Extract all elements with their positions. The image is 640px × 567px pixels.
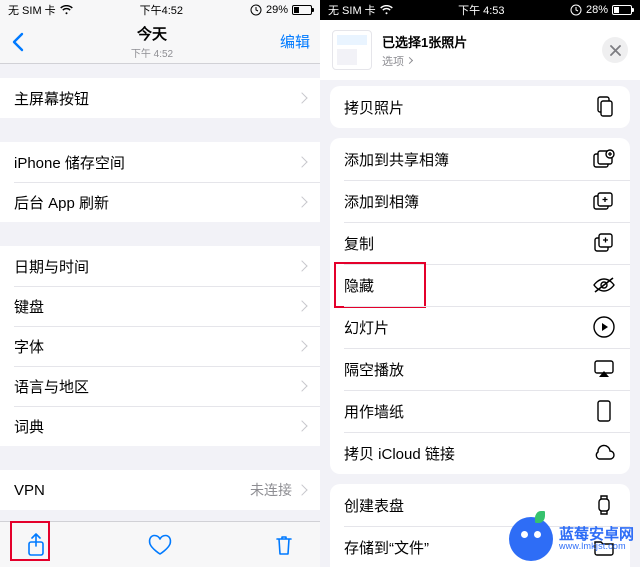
settings-row[interactable]: 后台 App 刷新	[0, 182, 320, 222]
chevron-right-icon	[296, 484, 307, 495]
wifi-icon	[380, 5, 393, 15]
status-bar-left: 无 SIM 卡 下午4:52 29%	[0, 0, 320, 20]
row-label: 词典	[14, 416, 44, 437]
sheet-title: 已选择1张照片	[382, 32, 592, 51]
battery-pct: 29%	[266, 4, 288, 16]
rotation-lock-icon	[250, 4, 262, 16]
watch-icon	[592, 493, 616, 517]
eye-slash-icon	[592, 273, 616, 297]
chevron-right-icon	[296, 92, 307, 103]
carrier-text: 无 SIM 卡	[328, 2, 376, 18]
row-label: 日期与时间	[14, 256, 89, 277]
back-button[interactable]	[10, 32, 34, 52]
cloud-icon	[592, 441, 616, 465]
phone-icon	[592, 399, 616, 423]
row-label: 主屏幕按钮	[14, 88, 89, 109]
action-copy-doc[interactable]: 拷贝照片	[330, 86, 630, 128]
action-phone[interactable]: 用作墙纸	[330, 390, 630, 432]
action-duplicate[interactable]: 复制	[330, 222, 630, 264]
chevron-right-icon	[296, 156, 307, 167]
copy-doc-icon	[592, 95, 616, 119]
settings-row[interactable]: iPhone 储存空间	[0, 142, 320, 182]
trash-button[interactable]	[270, 531, 298, 559]
action-album[interactable]: 添加到相簿	[330, 180, 630, 222]
status-time: 下午 4:53	[458, 2, 504, 18]
row-label: 键盘	[14, 296, 44, 317]
chevron-right-icon	[296, 380, 307, 391]
chevron-right-icon	[296, 260, 307, 271]
settings-row[interactable]: 字体	[0, 326, 320, 366]
album-icon	[592, 189, 616, 213]
action-label: 隐藏	[344, 275, 374, 296]
edit-button[interactable]: 编辑	[270, 31, 310, 52]
chevron-right-icon	[406, 57, 413, 64]
selected-thumbnail[interactable]	[332, 30, 372, 70]
chevron-right-icon	[296, 420, 307, 431]
action-label: 存储到“文件”	[344, 537, 429, 558]
action-play[interactable]: 幻灯片	[330, 306, 630, 348]
action-cloud[interactable]: 拷贝 iCloud 链接	[330, 432, 630, 474]
action-label: 拷贝照片	[344, 97, 404, 118]
rotation-lock-icon	[570, 4, 582, 16]
chevron-right-icon	[296, 300, 307, 311]
airplay-icon	[592, 357, 616, 381]
play-icon	[592, 315, 616, 339]
action-label: 复制	[344, 233, 374, 254]
close-button[interactable]	[602, 37, 628, 63]
carrier-text: 无 SIM 卡	[8, 2, 56, 18]
favorite-button[interactable]	[146, 531, 174, 559]
action-label: 添加到相簿	[344, 191, 419, 212]
row-label: iPhone 储存空间	[14, 152, 125, 173]
action-label: 添加到共享相簿	[344, 149, 449, 170]
action-airplay[interactable]: 隔空播放	[330, 348, 630, 390]
row-value: 未连接	[250, 480, 292, 500]
status-bar-right: 无 SIM 卡 下午 4:53 28%	[320, 0, 640, 20]
action-label: 拷贝 iCloud 链接	[344, 443, 455, 464]
battery-pct: 28%	[586, 4, 608, 16]
row-label: 语言与地区	[14, 376, 89, 397]
share-button[interactable]	[22, 531, 50, 559]
action-label: 幻灯片	[344, 317, 389, 338]
battery-icon	[292, 5, 312, 15]
settings-row[interactable]: 语言与地区	[0, 366, 320, 406]
row-label: VPN	[14, 482, 45, 499]
options-button[interactable]: 选项	[382, 53, 592, 69]
action-label: 用作墙纸	[344, 401, 404, 422]
action-eye-slash[interactable]: 隐藏	[330, 264, 630, 306]
wifi-icon	[60, 5, 73, 15]
chevron-right-icon	[296, 340, 307, 351]
chevron-right-icon	[296, 196, 307, 207]
settings-row[interactable]: 日期与时间	[0, 246, 320, 286]
nav-title: 今天 下午 4:52	[34, 23, 270, 60]
watermark-logo: 蓝莓安卓网 www.lmkjst.com	[509, 517, 634, 561]
action-label: 创建表盘	[344, 495, 404, 516]
row-label: 后台 App 刷新	[14, 192, 109, 213]
settings-row[interactable]: VPN 未连接	[0, 470, 320, 510]
action-label: 隔空播放	[344, 359, 404, 380]
action-shared-album[interactable]: 添加到共享相簿	[330, 138, 630, 180]
row-label: 字体	[14, 336, 44, 357]
nav-bar: 今天 下午 4:52 编辑	[0, 20, 320, 64]
settings-row[interactable]: 主屏幕按钮	[0, 78, 320, 118]
settings-row[interactable]: 键盘	[0, 286, 320, 326]
settings-row[interactable]: 词典	[0, 406, 320, 446]
share-sheet-header: 已选择1张照片 选项	[320, 20, 640, 80]
shared-album-icon	[592, 147, 616, 171]
battery-icon	[612, 5, 632, 15]
bottom-toolbar	[0, 521, 320, 567]
duplicate-icon	[592, 231, 616, 255]
status-time: 下午4:52	[140, 2, 183, 18]
